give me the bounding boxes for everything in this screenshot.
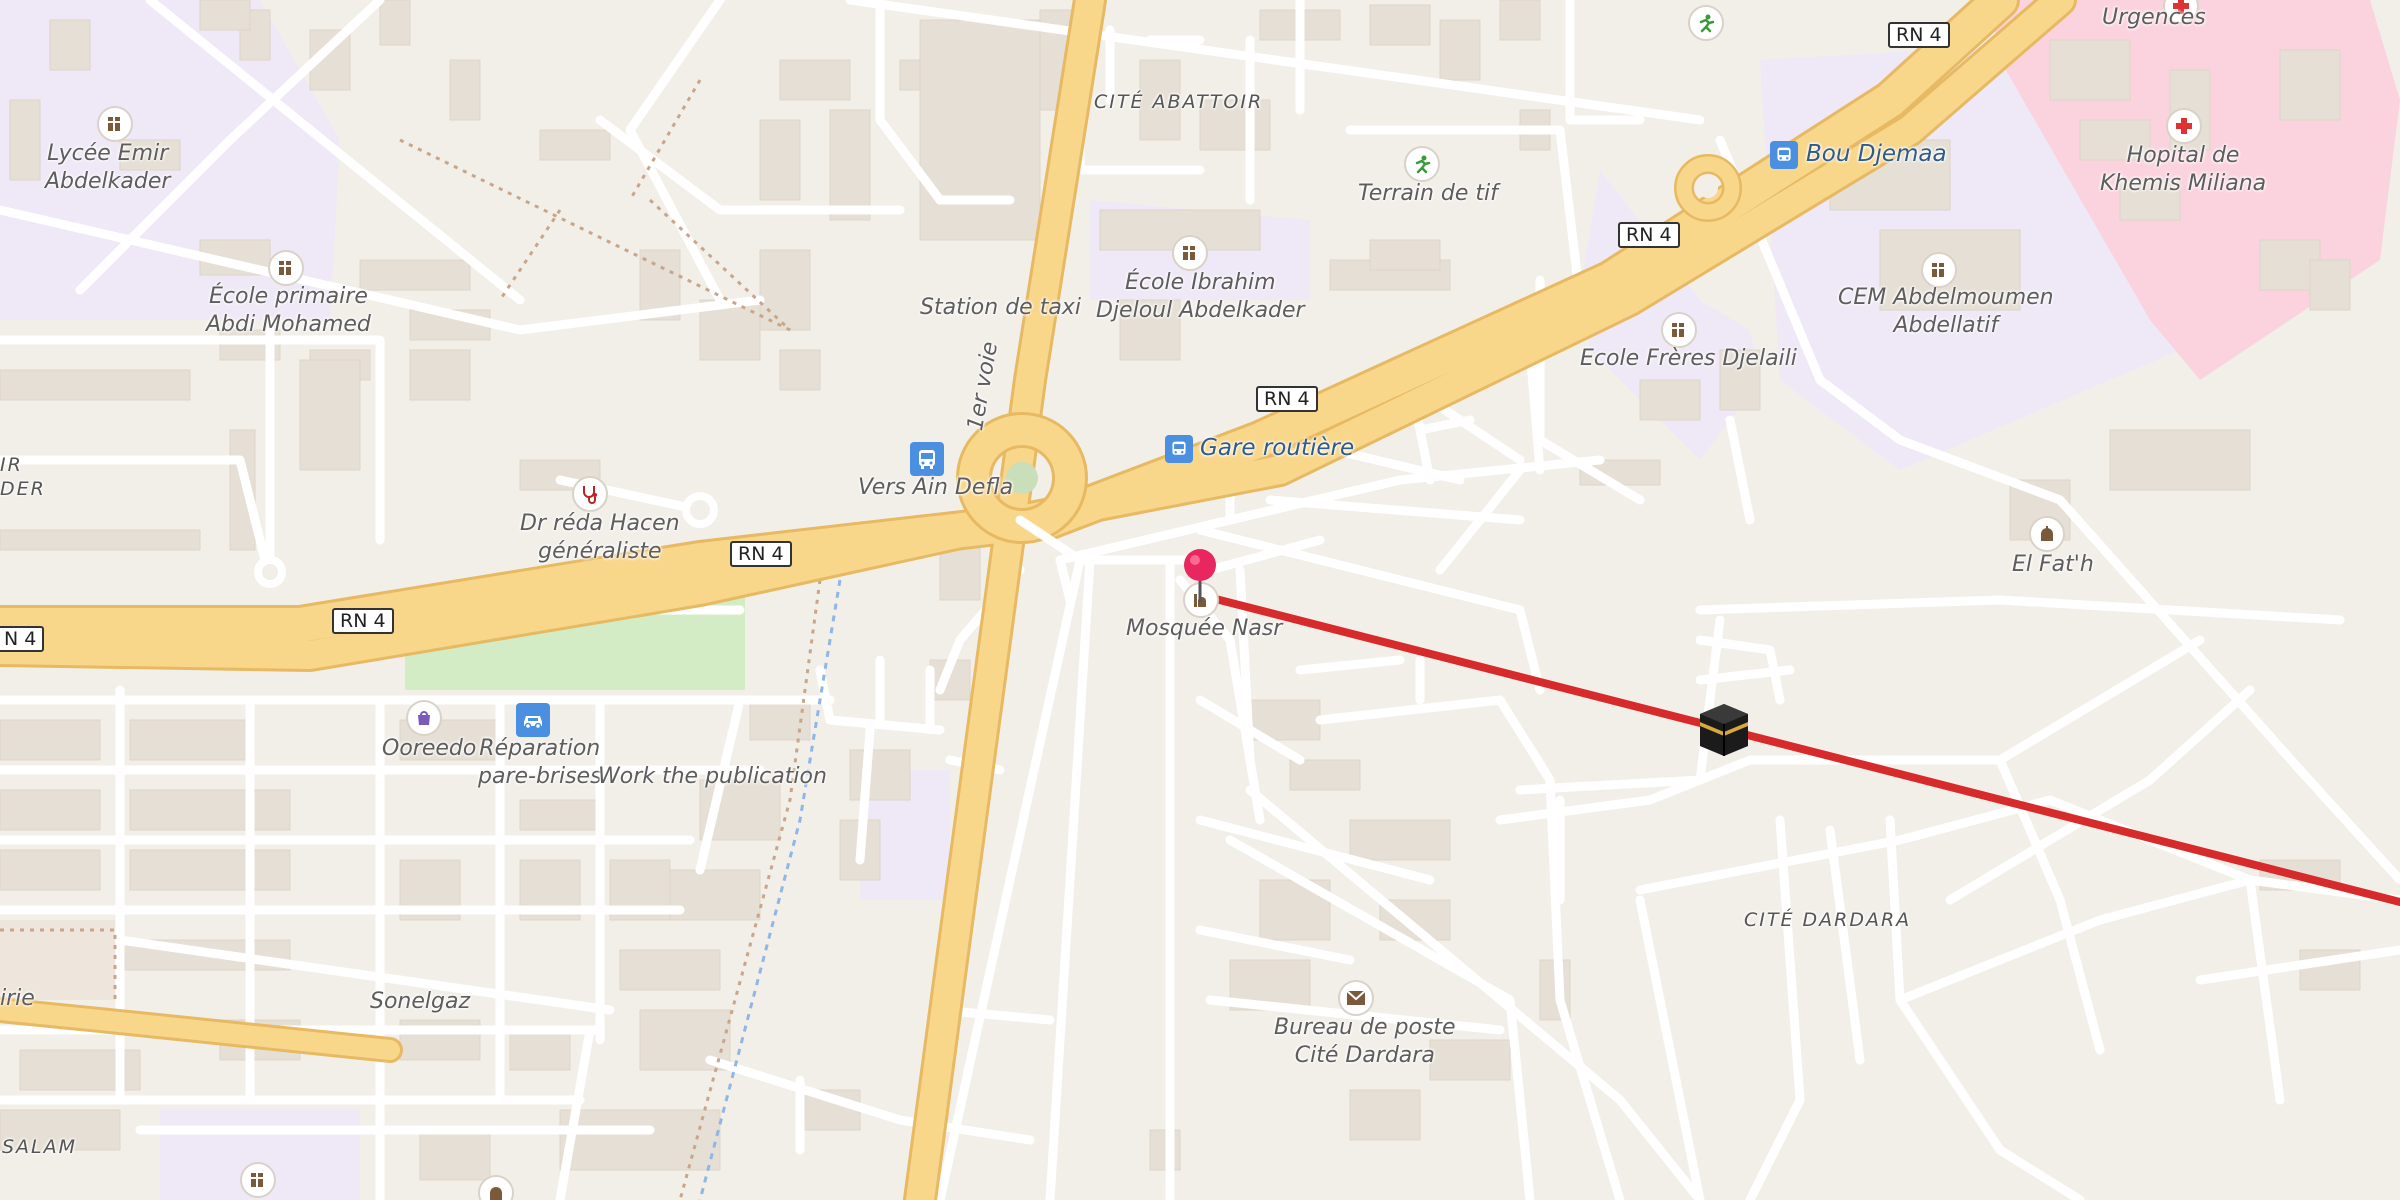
place-label-ecole-ibrahim: École Ibrahim Djeloul Abdelkader <box>1096 269 1305 325</box>
place-label-bou-djemaa: Bou Djemaa <box>1806 141 1947 167</box>
place-label-line: Lycée Emir Abdelkader <box>45 141 171 194</box>
map-canvas[interactable]: RN 4 RN 4 RN 4 RN 4 RN 4 N 4 CITÉ ABATTO… <box>0 0 2400 1200</box>
place-label-work-publication: Work the publication <box>598 764 827 789</box>
school-icon[interactable] <box>1921 252 1957 288</box>
place-label-line: Dr réda Hacen généraliste <box>520 511 680 564</box>
place-label-ooreedo: Ooreedo <box>382 736 477 761</box>
location-pin-icon[interactable] <box>1182 548 1218 604</box>
place-label-line: Réparation pare-brises <box>478 736 602 789</box>
place-label-hopital: Hopital de Khemis Miliana <box>2100 142 2266 198</box>
place-label-line: École primaire Abdi Mohamed <box>206 284 371 337</box>
quarter-label: CITÉ ABATTOIR <box>1094 91 1264 113</box>
mosque-icon[interactable] <box>2029 516 2065 552</box>
post-office-icon[interactable] <box>1338 980 1374 1016</box>
place-label-mosquee-nasr: Mosquée Nasr <box>1126 616 1283 641</box>
doctor-icon[interactable] <box>572 476 608 512</box>
quarter-label: SALAM <box>2 1136 78 1158</box>
road-shield-rn4: RN 4 <box>1618 222 1680 248</box>
bus-stop-icon[interactable] <box>1770 141 1798 169</box>
hospital-icon[interactable] <box>2166 108 2202 144</box>
place-label-dr-reda: Dr réda Hacen généraliste <box>520 510 680 566</box>
school-icon[interactable] <box>97 106 133 142</box>
place-label-ecole-freres: Ecole Frères Djelaili <box>1580 346 1797 371</box>
place-label-line: École Ibrahim Djeloul Abdelkader <box>1096 270 1305 323</box>
place-label-line: Hopital de Khemis Miliana <box>2100 143 2267 196</box>
bus-stop-icon[interactable] <box>910 442 944 476</box>
school-icon[interactable] <box>240 1162 276 1198</box>
road-shield-rn4: RN 4 <box>730 541 792 567</box>
school-icon[interactable] <box>268 250 304 286</box>
place-label-station-taxi: Station de taxi <box>920 295 1081 320</box>
school-icon[interactable] <box>1172 235 1208 271</box>
quarter-label: CITÉ DARDARA <box>1744 909 1912 931</box>
school-icon[interactable] <box>1661 312 1697 348</box>
street-label: irie <box>0 986 35 1011</box>
car-repair-icon[interactable] <box>516 703 550 737</box>
place-label-urgences: Urgences <box>2102 5 2206 30</box>
place-label-gare-routiere: Gare routière <box>1200 435 1355 461</box>
road-shield-rn4: RN 4 <box>332 608 394 634</box>
place-label-ecole-abdi: École primaire Abdi Mohamed <box>206 283 371 339</box>
place-label-vers-ain-defla: Vers Ain Defla <box>858 475 1014 500</box>
road-shield-rn4: RN 4 <box>1256 386 1318 412</box>
place-label-el-fath: El Fat'h <box>2012 552 2094 577</box>
place-label-cem: CEM Abdelmoumen Abdellatif <box>1838 284 2054 340</box>
road-shield-rn4: RN 4 <box>1888 22 1950 48</box>
place-label-lycee-emir: Lycée Emir Abdelkader <box>45 140 170 196</box>
kaaba-icon[interactable] <box>1696 700 1752 758</box>
quarter-label: DER <box>0 478 46 500</box>
place-label-sonelgaz: Sonelgaz <box>370 989 471 1014</box>
place-label-reparation: Réparation pare-brises <box>478 735 602 791</box>
shop-icon[interactable] <box>406 700 442 736</box>
sports-icon[interactable] <box>1404 146 1440 182</box>
sports-icon[interactable] <box>1688 5 1724 41</box>
bus-stop-icon[interactable] <box>1165 435 1193 463</box>
place-label-bureau-poste: Bureau de poste Cité Dardara <box>1274 1014 1456 1070</box>
place-label-terrain: Terrain de tif <box>1358 181 1498 206</box>
place-label-line: Bureau de poste Cité Dardara <box>1274 1015 1456 1068</box>
road-shield-n4: N 4 <box>0 626 45 652</box>
place-label-line: CEM Abdelmoumen Abdellatif <box>1838 285 2054 338</box>
